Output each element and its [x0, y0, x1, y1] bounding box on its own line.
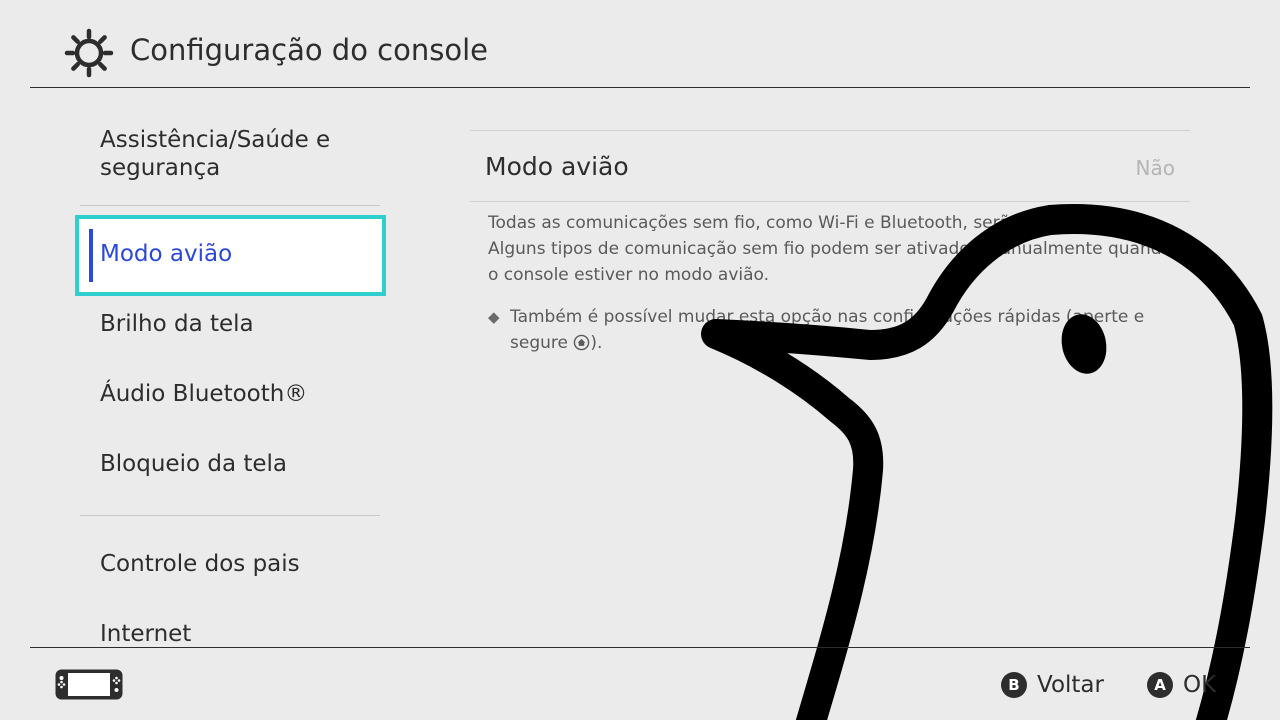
- back-button[interactable]: B Voltar: [1001, 669, 1104, 701]
- sidebar-item-parental-controls[interactable]: Controle dos pais: [100, 550, 300, 578]
- sidebar-item-internet[interactable]: Internet: [100, 620, 191, 647]
- sidebar-item-health-safety[interactable]: Assistência/Saúde e segurança: [100, 126, 330, 182]
- ok-button-label: OK: [1183, 672, 1217, 698]
- header: Configuração do console: [0, 0, 1280, 88]
- ok-button[interactable]: A OK: [1147, 669, 1216, 701]
- sidebar-item-screen-brightness[interactable]: Brilho da tela: [100, 310, 254, 338]
- sidebar-item-airplane-mode[interactable]: Modo avião: [75, 215, 386, 296]
- sidebar-item-label: Modo avião: [100, 241, 233, 267]
- sidebar: Assistência/Saúde e segurança Modo avião…: [0, 88, 440, 647]
- setting-value: Não: [1135, 156, 1175, 180]
- gear-icon: [64, 28, 114, 78]
- sidebar-item-label: Controle dos pais: [100, 551, 300, 577]
- diamond-bullet-icon: ◆: [488, 308, 500, 326]
- back-button-label: Voltar: [1037, 672, 1104, 698]
- sidebar-divider: [80, 515, 380, 516]
- sidebar-item-label-line2: segurança: [100, 155, 221, 181]
- home-button-icon: [574, 334, 590, 351]
- note-text-main: Também é possível mudar esta opção nas c…: [510, 307, 1145, 353]
- setting-bottom-divider: [470, 201, 1190, 202]
- setting-note: ◆ Também é possível mudar esta opção nas…: [488, 304, 1178, 356]
- sidebar-item-label: Áudio Bluetooth®: [100, 381, 308, 407]
- sidebar-item-screen-lock[interactable]: Bloqueio da tela: [100, 450, 287, 478]
- selection-accent: [89, 229, 93, 282]
- sidebar-divider: [80, 205, 380, 206]
- footer-divider: [30, 647, 1250, 648]
- sidebar-item-bluetooth-audio[interactable]: Áudio Bluetooth®: [100, 380, 307, 408]
- setting-top-divider: [470, 130, 1190, 131]
- sidebar-item-label-line1: Assistência/Saúde e: [100, 127, 331, 153]
- sidebar-item-label: Brilho da tela: [100, 311, 254, 337]
- sidebar-item-label: Internet: [100, 621, 192, 647]
- sidebar-item-label: Bloqueio da tela: [100, 451, 287, 477]
- b-button-icon: B: [1001, 672, 1027, 698]
- setting-title[interactable]: Modo avião: [485, 152, 629, 181]
- page-title: Configuração do console: [130, 33, 488, 67]
- note-text: Também é possível mudar esta opção nas c…: [488, 304, 1160, 356]
- setting-description: Todas as comunicações sem fio, como Wi-F…: [488, 213, 1172, 285]
- handheld-console-icon: [55, 669, 123, 700]
- a-button-icon: A: [1147, 672, 1173, 698]
- note-text-end: ).: [590, 333, 603, 353]
